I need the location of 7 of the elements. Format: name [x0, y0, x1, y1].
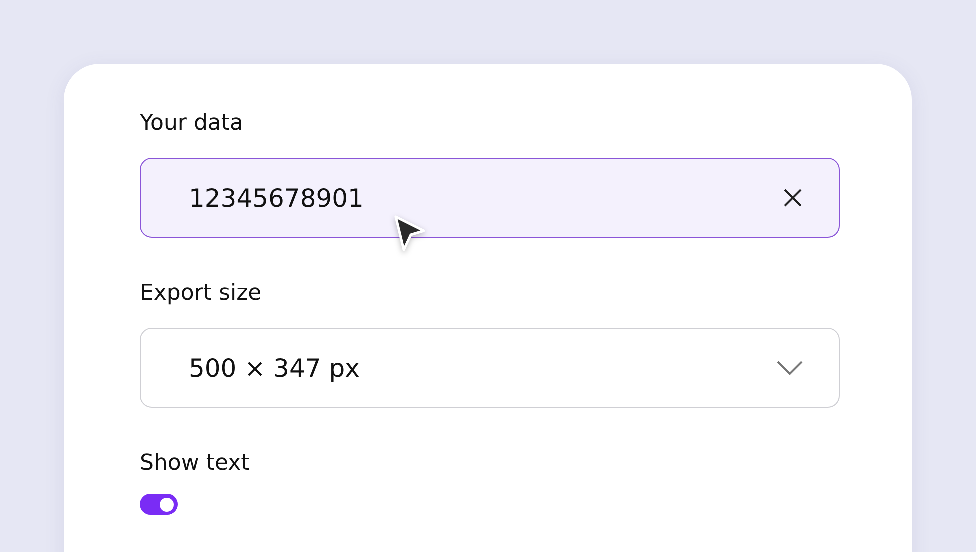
chevron-down-icon [777, 361, 803, 375]
field-label: Export size [140, 280, 262, 308]
close-icon[interactable] [783, 188, 803, 208]
field-label: Your data [140, 110, 244, 138]
toggle-label: Show text [140, 450, 250, 478]
size-dropdown[interactable]: 500 × 347 px [140, 328, 840, 408]
toggle-switch[interactable] [140, 494, 178, 515]
